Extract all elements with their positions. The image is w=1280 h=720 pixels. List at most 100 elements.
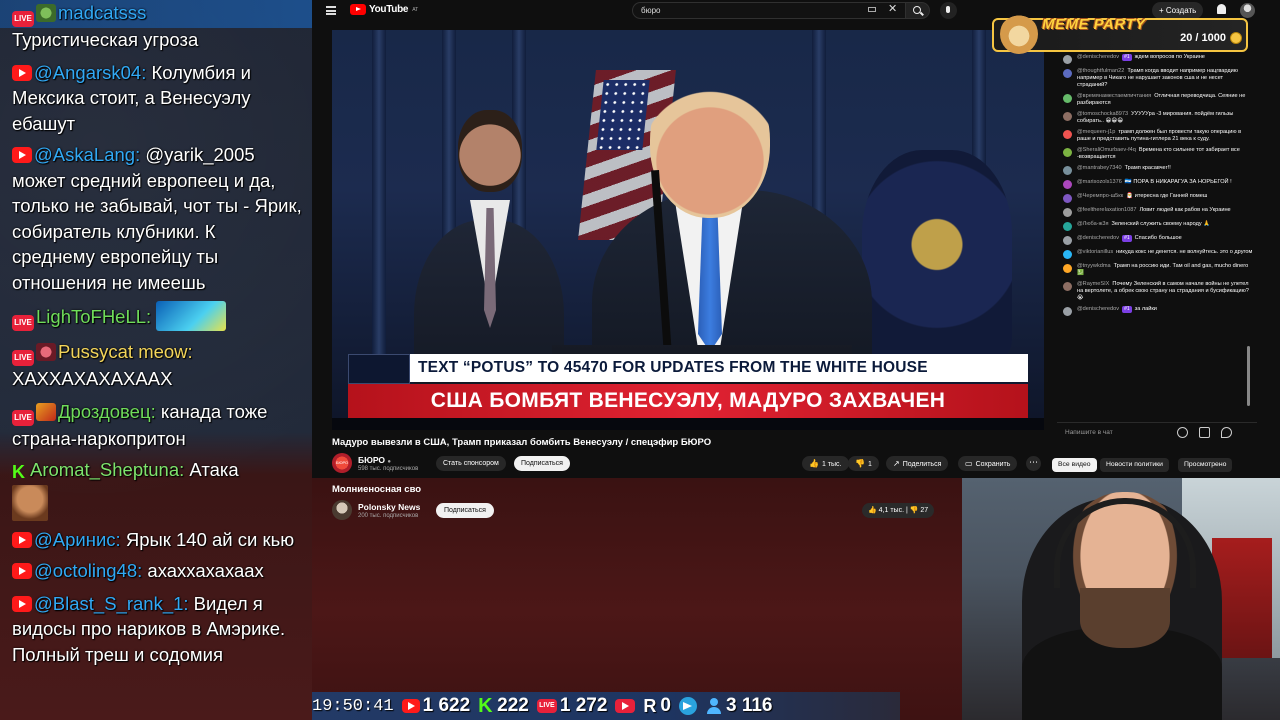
- chat-user-avatar[interactable]: [1063, 236, 1072, 245]
- person-left-head: [458, 110, 522, 192]
- more-actions-button[interactable]: ⋯: [1026, 456, 1041, 471]
- chat-user-avatar[interactable]: [1063, 264, 1072, 273]
- live-chat-username[interactable]: @marisozols1376: [1077, 179, 1122, 185]
- video-title: Мадуро вывезли в США, Трамп приказал бом…: [332, 437, 712, 448]
- video-player[interactable]: TEXT “POTUS” TO 45470 FOR UPDATES FROM T…: [332, 30, 1044, 430]
- stream-chat-message: LIVE Дроздовец: канада тоже страна-наркоп…: [0, 399, 312, 452]
- chat-emote: [12, 484, 48, 521]
- chat-user-avatar[interactable]: [1063, 208, 1072, 217]
- chat-scrollbar-thumb[interactable]: [1247, 346, 1250, 406]
- clear-search-icon[interactable]: ✕: [888, 4, 897, 15]
- chat-user-avatar[interactable]: [1063, 69, 1072, 78]
- chat-text: ахаххахахааx: [147, 560, 264, 581]
- chat-user-avatar[interactable]: [1063, 94, 1072, 103]
- live-chat-message: @mantrabey7340 Трамп красавчег!!: [1057, 163, 1257, 177]
- channel-avatar[interactable]: БЮРО: [332, 453, 352, 473]
- filter-chip-watched[interactable]: Просмотрено: [1178, 458, 1233, 472]
- kick-viewer-stat: K 222: [478, 695, 529, 717]
- save-button[interactable]: ▭ Сохранить: [958, 456, 1018, 471]
- chat-text: Туристическая угроза: [12, 29, 199, 50]
- chat-username: Aromat_Sheptuna:: [30, 459, 185, 480]
- live-chat-username[interactable]: @mantrabey7340: [1077, 165, 1122, 171]
- live-chat-username[interactable]: @thoughtfulman22: [1077, 68, 1124, 74]
- filter-chip-all[interactable]: Все видео: [1052, 458, 1097, 472]
- live-chat-username[interactable]: @denischeredov: [1077, 235, 1119, 241]
- chat-text: Ярык 140 ай си кью: [125, 528, 295, 550]
- super-chat-icon[interactable]: [1199, 427, 1210, 438]
- stream-chat-message: @Angarsk04: Колумбия и Мексика стоит, а …: [0, 60, 312, 137]
- heart-icon[interactable]: [1221, 427, 1232, 438]
- like-button[interactable]: 👍 1 тыс.: [802, 456, 849, 471]
- live-chat-username[interactable]: @времянаместаемпичтания: [1077, 93, 1151, 99]
- channel-avatar[interactable]: [332, 500, 352, 520]
- chat-user-avatar[interactable]: [1063, 112, 1072, 121]
- chat-user-avatar[interactable]: [1063, 148, 1072, 157]
- live-chat-text: ждем вопросов по Украине: [1134, 54, 1205, 60]
- account-avatar[interactable]: [1240, 3, 1255, 18]
- chat-user-avatar[interactable]: [1063, 250, 1072, 259]
- live-chat-username[interactable]: @Люба-ж3я: [1077, 221, 1108, 227]
- live-chat-username[interactable]: @feelthereIaxation1087: [1077, 207, 1136, 213]
- notifications-bell-icon[interactable]: [1217, 4, 1226, 14]
- live-chat-username[interactable]: @tomoschocka8973: [1077, 111, 1128, 117]
- keyboard-icon[interactable]: [868, 7, 876, 12]
- chat-user-avatar[interactable]: [1063, 282, 1072, 291]
- live-chat-message: @denischeredov #1 Спасибо большое: [1057, 233, 1257, 247]
- telegram-stat: [679, 697, 697, 715]
- verified-icon: ●: [387, 459, 392, 465]
- live-chat-username[interactable]: @tnyywkdma: [1077, 263, 1111, 269]
- live-chat-username[interactable]: @RaymeSIX: [1077, 281, 1109, 287]
- chat-user-avatar[interactable]: [1063, 307, 1072, 316]
- join-button[interactable]: Стать спонсором: [436, 456, 506, 471]
- subscribe-button[interactable]: Подписаться: [436, 503, 494, 518]
- like-dislike-group[interactable]: 👍 4,1 тыс. | 👎 27: [862, 503, 935, 518]
- next-video-title[interactable]: Молниеносная сво: [332, 484, 421, 495]
- chat-text: ХАХХАХАХАХААХ: [12, 368, 173, 389]
- youtube-window: YouTube AT бюро ✕ + Создать TEXT “POTUS”…: [312, 0, 1280, 478]
- share-button[interactable]: ↗ Поделиться: [886, 456, 949, 471]
- search-button[interactable]: [906, 2, 930, 19]
- subscribe-button[interactable]: Подписаться: [514, 456, 570, 471]
- create-button[interactable]: + Создать: [1152, 2, 1204, 19]
- channel-name[interactable]: Polonsky News: [358, 502, 420, 512]
- chat-user-avatar[interactable]: [1063, 55, 1072, 64]
- live-chat-username[interactable]: @mequeen-j1p: [1077, 129, 1115, 135]
- emoji-icon[interactable]: [1177, 427, 1188, 438]
- voice-search-icon[interactable]: [940, 2, 957, 19]
- live-chat-username[interactable]: @SheraliOmurbaev-f4q: [1077, 147, 1136, 153]
- member-badge: #1: [1122, 306, 1132, 313]
- live-chat-body: @feelthereIaxation1087 Ловит людей как ра…: [1077, 207, 1231, 214]
- channel-subscribers: 598 тыс. подписчиков: [358, 466, 419, 472]
- dislike-count: 1: [867, 461, 872, 468]
- chat-user-avatar[interactable]: [1063, 166, 1072, 175]
- live-chat-username[interactable]: @denischeredov: [1077, 54, 1119, 60]
- hamburger-menu-icon[interactable]: [326, 6, 336, 15]
- live-chat-username[interactable]: @viktorianillus: [1077, 249, 1113, 255]
- live-chat-username[interactable]: @Черемпро-ш5кк: [1077, 193, 1123, 199]
- search-input[interactable]: бюро: [632, 2, 906, 19]
- stream-stats-bar: 19:50:41 1 622 K 222 LIVE 1 272 R0 3 116: [312, 692, 900, 720]
- chat-scrollbar[interactable]: [1247, 56, 1250, 416]
- live-chat-username[interactable]: @denischeredov: [1077, 306, 1119, 312]
- chat-user-avatar[interactable]: [1063, 222, 1072, 231]
- chat-user-avatar[interactable]: [1063, 194, 1072, 203]
- search-icon: [913, 6, 921, 14]
- youtube-logo[interactable]: YouTube AT: [350, 4, 418, 15]
- live-chat-text: 🎅 итересна где Ганней помеш: [1126, 193, 1208, 199]
- live-chat-panel: @denischeredov #1 ждем вопросов по Украине…: [1057, 52, 1257, 447]
- thumbs-down-icon: 👎: [855, 459, 865, 468]
- filter-chip-politics[interactable]: Новости политики: [1100, 458, 1169, 472]
- chat-user-avatar[interactable]: [1063, 180, 1072, 189]
- channel-name[interactable]: БЮРО ●: [358, 455, 391, 465]
- live-chat-message: @RaymeSIX Почему Зеленский в самом начале…: [1057, 279, 1257, 304]
- vk-live-icon: LIVE: [536, 699, 557, 713]
- dislike-button[interactable]: 👎 1: [848, 456, 879, 471]
- us-flag-stars: [596, 80, 650, 150]
- chat-user-avatar[interactable]: [1063, 130, 1072, 139]
- chat-username: @Аринис:: [34, 528, 121, 550]
- channel-subscribers: 200 тыс. подписчиков: [358, 513, 419, 519]
- stream-chat-overlay: LIVE madcatsss Туристическая угроза @Anga…: [0, 0, 312, 720]
- live-chat-text: никуда кокс не денется. не волнуйтесь. э…: [1116, 249, 1253, 255]
- news-lower-third: TEXT “POTUS” TO 45470 FOR UPDATES FROM T…: [348, 354, 1028, 418]
- chat-message-input[interactable]: Напишите в чат: [1065, 427, 1175, 439]
